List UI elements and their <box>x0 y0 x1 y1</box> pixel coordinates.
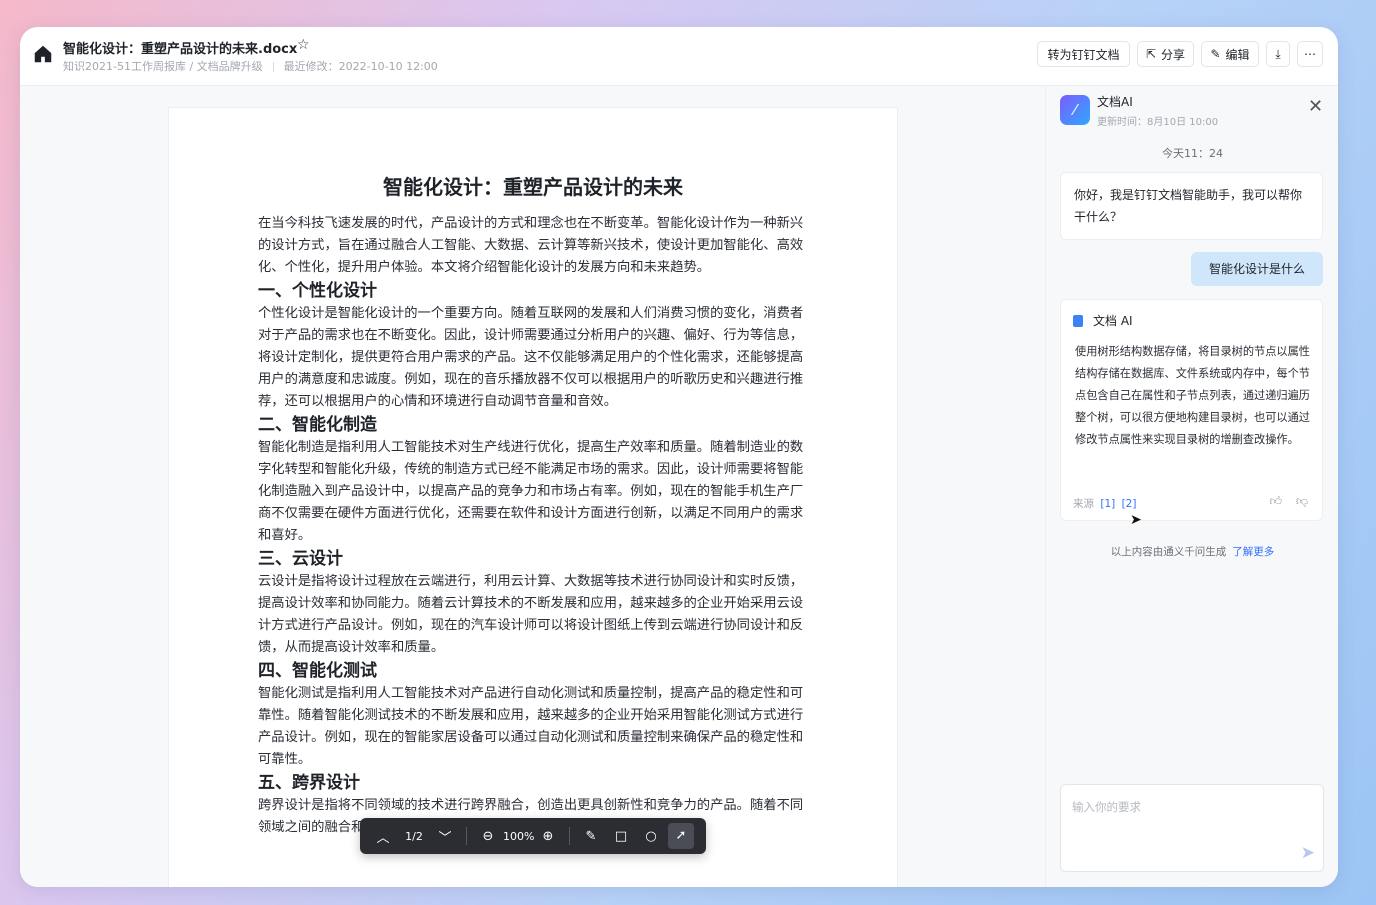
pen-icon[interactable]: ✎ <box>576 829 606 844</box>
send-icon[interactable]: ➤ <box>1301 843 1315 863</box>
app-window: 智能化设计：重塑产品设计的未来.docx ☆ 知识2021-51工作周报库 / … <box>20 27 1338 887</box>
section-heading: 二、智能化制造 <box>258 415 377 435</box>
section-heading: 五、跨界设计 <box>258 773 360 793</box>
download-icon: ⤓ <box>1275 46 1281 61</box>
document-page: 智能化设计：重塑产品设计的未来 在当今科技飞速发展的时代，产品设计的方式和理念也… <box>168 107 898 887</box>
last-modified: 最近修改：2022-10-10 12:00 <box>283 60 438 73</box>
zoom-in-icon[interactable]: ⊕ <box>533 829 563 844</box>
answer-title: 文档 AI <box>1093 314 1133 328</box>
document-heading: 智能化设计：重塑产品设计的未来 <box>383 175 683 199</box>
ai-answer-card: 文档 AI 使用树形结构数据存储，将目录树的节点以属性结构存储在数据库、文件系统… <box>1060 299 1323 521</box>
answer-text: 使用树形结构数据存储，将目录树的节点以属性结构存储在数据库、文件系统或内存中，每… <box>1075 345 1310 446</box>
convert-to-dingtalk-doc-button[interactable]: 转为钉钉文档 <box>1037 41 1130 67</box>
answer-sources: 来源 [1] [2] <box>1073 496 1136 511</box>
close-icon[interactable]: ✕ <box>1308 96 1323 117</box>
edit-button[interactable]: ✎ 编辑 <box>1201 41 1259 67</box>
ai-panel-title: 文档AI <box>1097 95 1133 109</box>
thumbs-down-icon[interactable]: 👎︎ <box>1296 494 1308 508</box>
ai-input-box: ➤ <box>1060 784 1324 872</box>
feedback-actions: 👍︎ 👎︎ <box>1259 494 1308 509</box>
edit-button-label: 编辑 <box>1225 47 1250 62</box>
section-paragraph: 云设计是指将设计过程放在云端进行，利用云计算、大数据等技术进行协同设计和实时反馈… <box>258 574 804 655</box>
page-up-icon[interactable]: ︿ <box>368 827 398 846</box>
toolbar-divider <box>466 827 467 845</box>
rectangle-icon[interactable]: □ <box>606 829 636 844</box>
ai-logo-icon: ⁄ <box>1060 95 1090 125</box>
doc-ai-icon <box>1073 314 1083 327</box>
section-heading: 一、个性化设计 <box>258 281 377 301</box>
page-down-icon[interactable]: ﹀ <box>430 827 460 846</box>
viewer-toolbar: ︿ 1/2 ﹀ ⊖ 100% ⊕ ✎ □ ○ ➚ <box>360 818 706 854</box>
toolbar-divider <box>569 827 570 845</box>
learn-more-link[interactable]: 了解更多 <box>1232 546 1274 558</box>
divider <box>272 62 274 72</box>
section-heading: 三、云设计 <box>258 549 343 569</box>
zoom-out-icon[interactable]: ⊖ <box>473 829 503 844</box>
more-icon: ⋯ <box>1304 47 1316 61</box>
intro-paragraph: 在当今科技飞速发展的时代，产品设计的方式和理念也在不断变革。智能化设计作为一种新… <box>258 216 804 275</box>
chat-timestamp: 今天11：24 <box>1162 147 1223 160</box>
pencil-icon: ✎ <box>1210 47 1221 61</box>
star-icon[interactable]: ☆ <box>297 37 310 53</box>
share-button[interactable]: ⇱ 分享 <box>1137 41 1194 67</box>
user-message: 智能化设计是什么 <box>1191 252 1323 286</box>
home-icon[interactable] <box>32 43 54 65</box>
generation-note: 以上内容由通义千问生成 了解更多 <box>1046 544 1338 559</box>
mouse-cursor-icon: ➤ <box>1130 512 1142 528</box>
user-message-text: 智能化设计是什么 <box>1208 262 1305 276</box>
document-body: 在当今科技飞速发展的时代，产品设计的方式和理念也在不断变革。智能化设计作为一种新… <box>258 213 804 839</box>
document-viewer[interactable]: 智能化设计：重塑产品设计的未来 在当今科技飞速发展的时代，产品设计的方式和理念也… <box>20 86 1045 887</box>
header: 智能化设计：重塑产品设计的未来.docx ☆ 知识2021-51工作周报库 / … <box>20 27 1338 86</box>
share-button-label: 分享 <box>1161 47 1186 62</box>
section-paragraph: 智能化制造是指利用人工智能技术对生产线进行优化，提高生产效率和质量。随着制造业的… <box>258 440 804 543</box>
ai-prompt-input[interactable] <box>1061 785 1323 871</box>
ai-assistant-panel: ⁄ 文档AI 更新时间：8月10日 10:00 ✕ 今天11：24 你好，我是钉… <box>1045 86 1338 887</box>
more-button[interactable]: ⋯ <box>1297 41 1323 67</box>
breadcrumb: 知识2021-51工作周报库 / 文档品牌升级 最近修改：2022-10-10 1… <box>63 58 438 74</box>
greeting-text: 你好，我是钉钉文档智能助手，我可以帮你干什么？ <box>1074 188 1303 224</box>
circle-icon[interactable]: ○ <box>636 829 666 844</box>
ai-greeting-message: 你好，我是钉钉文档智能助手，我可以帮你干什么？ <box>1060 172 1323 240</box>
share-icon: ⇱ <box>1145 47 1157 61</box>
page-indicator: 1/2 <box>405 829 423 843</box>
thumbs-up-icon[interactable]: 👍︎ <box>1269 494 1282 508</box>
select-pointer-icon[interactable]: ➚ <box>668 823 694 849</box>
document-file-title: 智能化设计：重塑产品设计的未来.docx <box>63 42 298 57</box>
breadcrumb-path[interactable]: 知识2021-51工作周报库 / 文档品牌升级 <box>63 60 263 73</box>
section-paragraph: 智能化测试是指利用人工智能技术对产品进行自动化测试和质量控制，提高产品的稳定性和… <box>258 686 804 767</box>
ai-updated-time: 更新时间：8月10日 10:00 <box>1097 117 1219 128</box>
source-link[interactable]: [2] <box>1122 498 1137 510</box>
generated-by-text: 以上内容由通义千问生成 <box>1110 546 1227 558</box>
source-link[interactable]: [1] <box>1100 498 1115 510</box>
section-paragraph: 个性化设计是智能化设计的一个重要方向。随着互联网的发展和人们消费习惯的变化，消费… <box>258 306 804 409</box>
download-button[interactable]: ⤓ <box>1266 41 1290 67</box>
answer-header: 文档 AI <box>1073 312 1133 329</box>
source-label: 来源 <box>1073 498 1094 510</box>
zoom-level: 100% <box>503 829 535 843</box>
section-heading: 四、智能化测试 <box>258 661 377 681</box>
convert-button-label: 转为钉钉文档 <box>1047 47 1120 62</box>
